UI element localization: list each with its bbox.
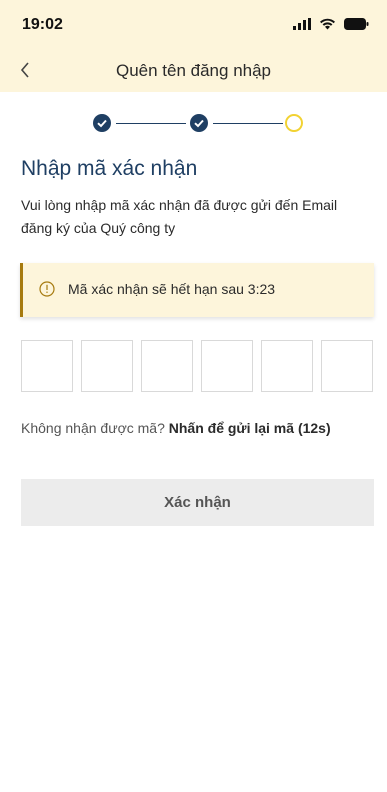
- battery-icon: [344, 17, 369, 35]
- otp-digit-5[interactable]: [261, 340, 313, 392]
- resend-row: Không nhận được mã? Nhấn để gửi lại mã (…: [21, 420, 331, 436]
- resend-prompt: Không nhận được mã?: [21, 420, 165, 436]
- otp-digit-3[interactable]: [141, 340, 193, 392]
- check-icon: [194, 119, 204, 128]
- wifi-icon: [319, 17, 336, 35]
- otp-digit-6[interactable]: [321, 340, 373, 392]
- info-circle-icon: [39, 281, 55, 297]
- otp-digit-2[interactable]: [81, 340, 133, 392]
- otp-digit-1[interactable]: [21, 340, 73, 392]
- instruction-text: Vui lòng nhập mã xác nhận đã được gửi đế…: [21, 197, 338, 236]
- status-time: 19:02: [22, 16, 63, 33]
- check-icon: [97, 119, 107, 128]
- alert-text: Mã xác nhận sẽ hết hạn sau 3:23: [68, 281, 276, 297]
- confirm-button[interactable]: Xác nhận: [21, 479, 374, 526]
- step-connector-1: [116, 123, 186, 124]
- resend-countdown: (12s): [297, 420, 331, 436]
- step-1-completed: [93, 114, 111, 132]
- progress-stepper: [93, 114, 305, 134]
- expiry-alert: Mã xác nhận sẽ hết hạn sau 3:23: [20, 263, 374, 317]
- header-area: 19:02 Quên tên đăng nhập: [0, 0, 387, 92]
- status-icons: [293, 18, 369, 34]
- signal-icon: [293, 17, 311, 35]
- step-2-completed: [190, 114, 208, 132]
- otp-digit-4[interactable]: [201, 340, 253, 392]
- resend-code-link[interactable]: Nhấn để gửi lại mã: [169, 420, 294, 436]
- page-title: Quên tên đăng nhập: [115, 61, 272, 80]
- status-bar: 19:02: [0, 0, 387, 50]
- otp-input-group: [21, 340, 377, 394]
- step-connector-2: [213, 123, 283, 124]
- nav-bar: Quên tên đăng nhập: [0, 50, 387, 92]
- section-heading: Nhập mã xác nhận: [21, 157, 198, 180]
- step-3-current: [285, 114, 303, 132]
